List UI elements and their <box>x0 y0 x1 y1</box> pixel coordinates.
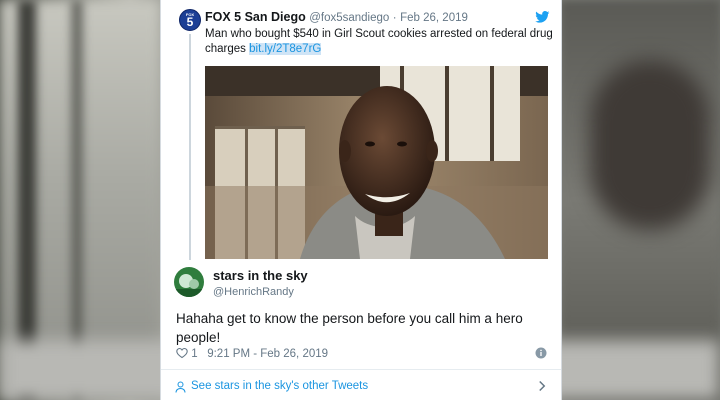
see-other-tweets-row[interactable]: See stars in the sky's other Tweets <box>161 370 561 400</box>
quoted-tweet-text: Man who bought $540 in Girl Scout cookie… <box>205 27 555 57</box>
reply-tweet-text: Hahaha get to know the person before you… <box>176 311 523 345</box>
tweet-photo[interactable] <box>205 66 548 259</box>
logo-number: 5 <box>186 15 194 29</box>
reply-author-avatar[interactable] <box>174 267 204 297</box>
like-count[interactable]: 1 <box>191 348 197 360</box>
quoted-tweet-link[interactable]: bit.ly/2T8e7rG <box>249 43 322 55</box>
reply-author-handle[interactable]: @HenrichRandy <box>213 286 294 298</box>
background-person-blur <box>590 60 710 230</box>
photo-illustration <box>205 66 548 259</box>
quoted-tweet[interactable]: FOX 5 FOX 5 San Diego @fox5sandiego · Fe… <box>161 0 561 262</box>
thread-line <box>189 34 191 260</box>
twitter-bird-icon[interactable] <box>535 11 550 23</box>
quoted-tweet-date[interactable]: Feb 26, 2019 <box>400 12 468 24</box>
reply-author-name[interactable]: stars in the sky <box>213 268 308 283</box>
tweet-meta: 1 9:21 PM - Feb 26, 2019 <box>176 347 328 360</box>
chevron-right-icon[interactable] <box>538 380 546 392</box>
fox5-logo-avatar[interactable]: FOX 5 <box>179 9 201 31</box>
quoted-author-handle[interactable]: @fox5sandiego <box>309 12 389 24</box>
info-icon[interactable] <box>535 347 547 359</box>
reply-timestamp[interactable]: 9:21 PM - Feb 26, 2019 <box>207 348 328 360</box>
see-other-tweets-link[interactable]: See stars in the sky's other Tweets <box>191 380 368 392</box>
person-icon <box>175 381 186 393</box>
header-separator: · <box>392 12 397 24</box>
tweet-card: FOX 5 FOX 5 San Diego @fox5sandiego · Fe… <box>160 0 562 400</box>
heart-icon[interactable] <box>176 347 188 359</box>
quoted-tweet-header: FOX 5 San Diego @fox5sandiego · Feb 26, … <box>205 9 468 26</box>
quoted-author-name[interactable]: FOX 5 San Diego <box>205 10 306 24</box>
